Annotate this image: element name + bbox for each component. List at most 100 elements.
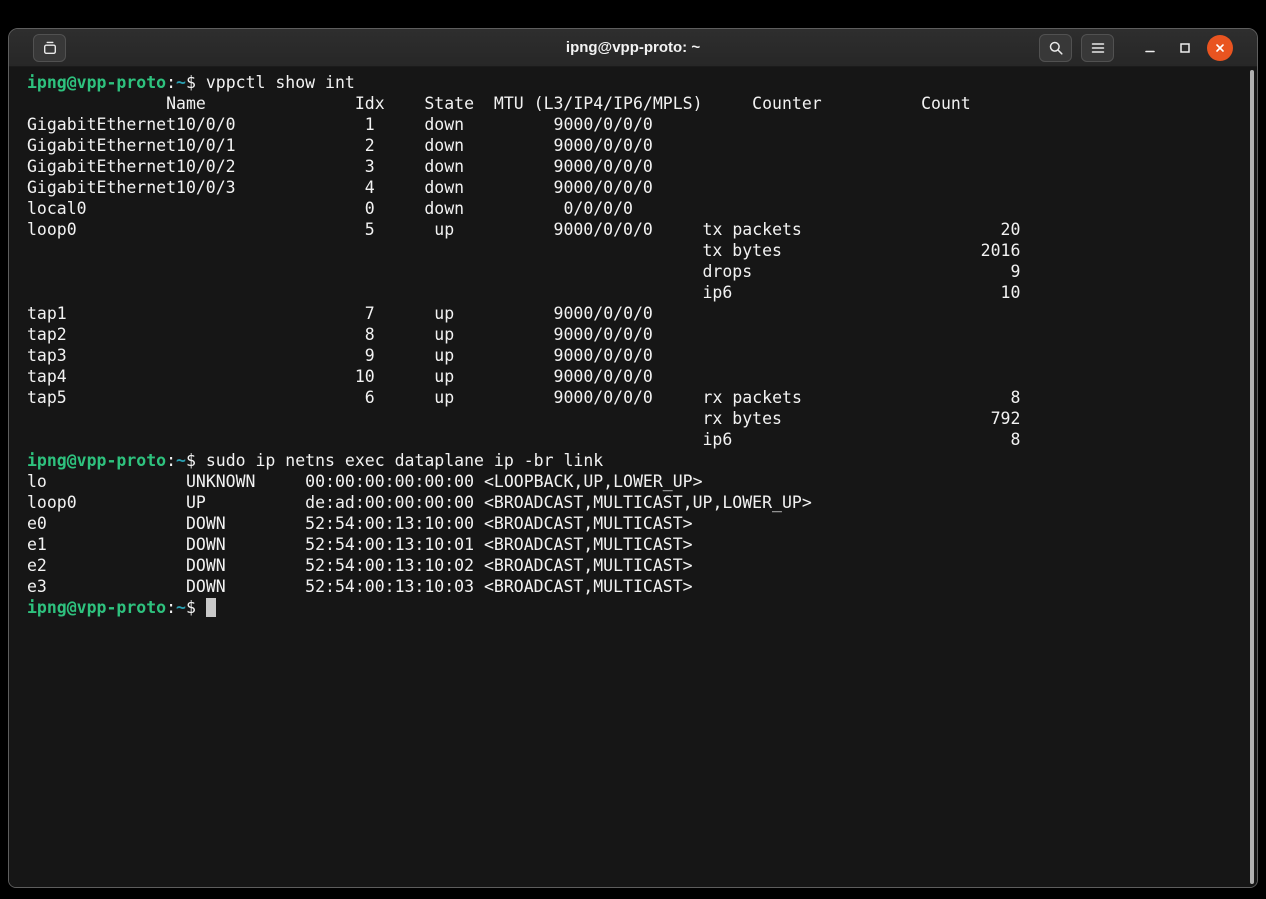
text-segment: 10	[732, 283, 1020, 302]
text-segment: ipng@vpp-proto	[27, 598, 166, 617]
text-segment: Counter	[703, 94, 822, 113]
text-segment: State	[385, 94, 474, 113]
terminal-line: e3 DOWN 52:54:00:13:10:03 <BROADCAST,MUL…	[27, 576, 1233, 597]
terminal-line: tap5 6 up 9000/0/0/0 rx packets 8	[27, 387, 1233, 408]
text-segment: Idx	[206, 94, 385, 113]
text-segment: :	[166, 73, 176, 92]
terminal-viewport[interactable]: ipng@vpp-proto:~$ vppctl show int Name I…	[9, 67, 1257, 887]
text-segment: Name	[27, 94, 206, 113]
terminal-line: rx bytes 792	[27, 408, 1233, 429]
maximize-icon	[1177, 40, 1193, 56]
text-segment: tap2	[27, 325, 67, 344]
terminal-line: GigabitEthernet10/0/0 1 down 9000/0/0/0	[27, 114, 1233, 135]
text-segment: 52:54:00:13:10:03 <BROADCAST,MULTICAST>	[226, 577, 693, 596]
text-segment: 0/0/0/0	[464, 199, 633, 218]
terminal-line: tx bytes 2016	[27, 240, 1233, 261]
terminal-line: GigabitEthernet10/0/1 2 down 9000/0/0/0	[27, 135, 1233, 156]
text-segment: MTU (L3/IP4/IP6/MPLS)	[474, 94, 702, 113]
terminal-line: lo UNKNOWN 00:00:00:00:00:00 <LOOPBACK,U…	[27, 471, 1233, 492]
terminal-line: e0 DOWN 52:54:00:13:10:00 <BROADCAST,MUL…	[27, 513, 1233, 534]
text-segment: 0	[87, 199, 375, 218]
text-segment: 9000/0/0/0	[454, 220, 653, 239]
text-segment: DOWN	[47, 535, 226, 554]
titlebar-controls	[1039, 34, 1233, 62]
terminal-line: GigabitEthernet10/0/2 3 down 9000/0/0/0	[27, 156, 1233, 177]
terminal-line: ipng@vpp-proto:~$	[27, 597, 1233, 618]
text-segment: GigabitEthernet10/0/0	[27, 115, 236, 134]
text-segment: vppctl show int	[206, 73, 355, 92]
text-segment: DOWN	[47, 514, 226, 533]
text-segment: lo	[27, 472, 47, 491]
terminal-cursor	[206, 598, 216, 617]
close-button[interactable]	[1207, 35, 1233, 61]
text-segment: up	[375, 220, 454, 239]
text-segment: 9	[67, 346, 375, 365]
text-segment: 20	[802, 220, 1021, 239]
text-segment: rx packets	[653, 388, 802, 407]
terminal-line: tap4 10 up 9000/0/0/0	[27, 366, 1233, 387]
text-segment: up	[375, 367, 454, 386]
text-segment: ~	[176, 598, 186, 617]
terminal-line: loop0 UP de:ad:00:00:00:00 <BROADCAST,MU…	[27, 492, 1233, 513]
terminal-line: tap3 9 up 9000/0/0/0	[27, 345, 1233, 366]
text-segment: up	[375, 346, 454, 365]
text-segment: tx packets	[653, 220, 802, 239]
terminal-line: e1 DOWN 52:54:00:13:10:01 <BROADCAST,MUL…	[27, 534, 1233, 555]
text-segment: ~	[176, 73, 186, 92]
text-segment: UNKNOWN	[47, 472, 256, 491]
text-segment: tap1	[27, 304, 67, 323]
text-segment: 5	[77, 220, 375, 239]
terminal-line: Name Idx State MTU (L3/IP4/IP6/MPLS) Cou…	[27, 93, 1233, 114]
text-segment: 9000/0/0/0	[454, 304, 653, 323]
text-segment: 8	[67, 325, 375, 344]
text-segment: e2	[27, 556, 47, 575]
minimize-icon	[1142, 40, 1158, 56]
minimize-button[interactable]	[1137, 35, 1163, 61]
scrollbar[interactable]	[1250, 70, 1254, 884]
text-segment: 52:54:00:13:10:00 <BROADCAST,MULTICAST>	[226, 514, 693, 533]
text-segment: UP	[77, 493, 206, 512]
text-segment: down	[375, 157, 464, 176]
terminal-line: e2 DOWN 52:54:00:13:10:02 <BROADCAST,MUL…	[27, 555, 1233, 576]
text-segment: 10	[67, 367, 375, 386]
new-tab-button[interactable]	[33, 34, 66, 62]
text-segment: $	[186, 451, 206, 470]
menu-icon	[1090, 40, 1106, 56]
desktop-background: ipng@vpp-proto: ~	[0, 0, 1266, 899]
maximize-button[interactable]	[1172, 35, 1198, 61]
text-segment: 7	[67, 304, 375, 323]
text-segment: e0	[27, 514, 47, 533]
text-segment: 6	[67, 388, 375, 407]
text-segment: down	[375, 199, 464, 218]
new-tab-icon	[42, 40, 58, 56]
text-segment: ip6	[27, 283, 732, 302]
text-segment: $	[186, 73, 206, 92]
text-segment: 3	[236, 157, 375, 176]
text-segment: 52:54:00:13:10:02 <BROADCAST,MULTICAST>	[226, 556, 693, 575]
text-segment: down	[375, 178, 464, 197]
text-segment: 2016	[782, 241, 1020, 260]
text-segment: 9000/0/0/0	[464, 178, 653, 197]
text-segment: up	[375, 304, 454, 323]
text-segment: ~	[176, 451, 186, 470]
text-segment: 9	[752, 262, 1020, 281]
menu-button[interactable]	[1081, 34, 1114, 62]
text-segment: 2	[236, 136, 375, 155]
terminal-line: drops 9	[27, 261, 1233, 282]
terminal-line: local0 0 down 0/0/0/0	[27, 198, 1233, 219]
search-button[interactable]	[1039, 34, 1072, 62]
terminal-line: tap1 7 up 9000/0/0/0	[27, 303, 1233, 324]
titlebar[interactable]: ipng@vpp-proto: ~	[9, 29, 1257, 67]
text-segment: ipng@vpp-proto	[27, 73, 166, 92]
text-segment: de:ad:00:00:00:00 <BROADCAST,MULTICAST,U…	[206, 493, 812, 512]
text-segment: tap5	[27, 388, 67, 407]
text-segment: tap4	[27, 367, 67, 386]
text-segment: :	[166, 451, 176, 470]
text-segment: GigabitEthernet10/0/3	[27, 178, 236, 197]
text-segment: 792	[782, 409, 1020, 428]
text-segment: ipng@vpp-proto	[27, 451, 166, 470]
search-icon	[1048, 40, 1064, 56]
text-segment: 1	[236, 115, 375, 134]
text-segment: Count	[822, 94, 971, 113]
text-segment: 9000/0/0/0	[464, 115, 653, 134]
